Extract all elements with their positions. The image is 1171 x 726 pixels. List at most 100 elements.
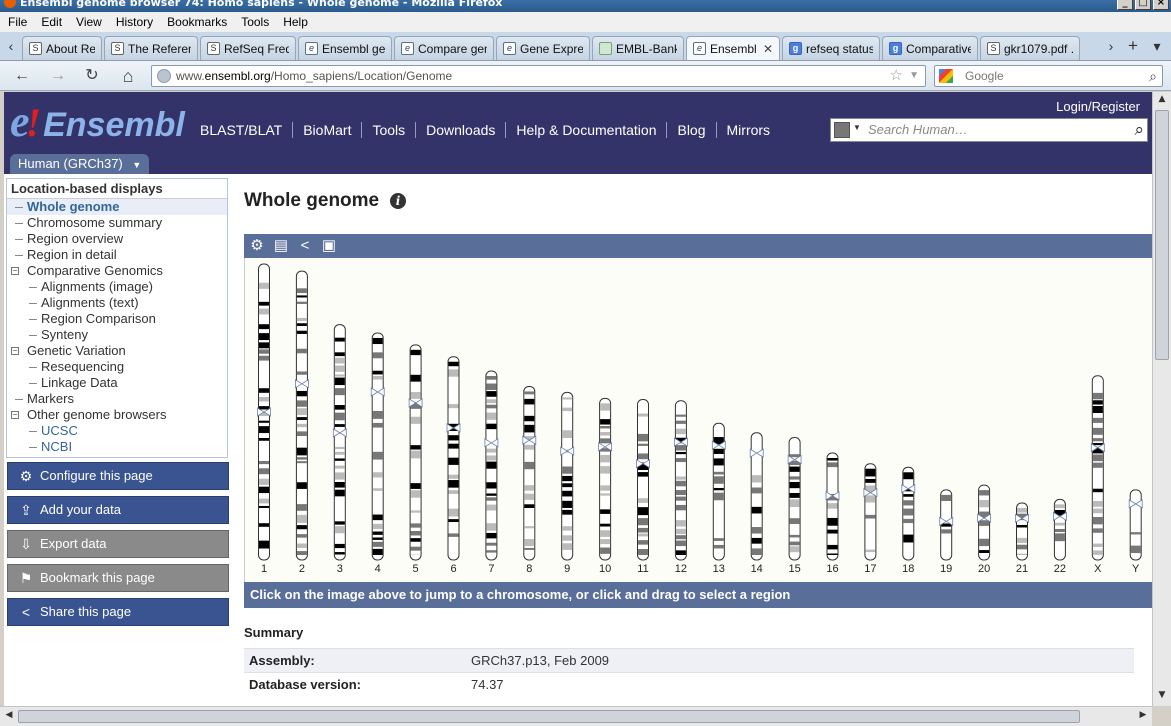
share-icon[interactable]: < (296, 237, 314, 255)
chromosome-X[interactable]: X (1090, 375, 1105, 575)
sidebar-item[interactable]: UCSC (7, 423, 227, 439)
species-dropdown-icon[interactable]: ▼ (132, 160, 141, 170)
chromosome-17[interactable]: 17 (863, 463, 878, 575)
chromosome-10[interactable]: 10 (598, 397, 612, 575)
reload-button[interactable]: ↻ (80, 66, 104, 86)
menu-history[interactable]: History (116, 15, 153, 29)
menu-edit[interactable]: Edit (41, 15, 62, 29)
configure-icon[interactable]: ⚙ (248, 237, 266, 255)
nav-mirrors[interactable]: Mirrors (717, 122, 781, 138)
chromosome-18[interactable]: 18 (901, 466, 916, 575)
horizontal-scrollbar[interactable]: ◀ ▶ (0, 706, 1152, 726)
chromosome-12[interactable]: 12 (674, 400, 688, 575)
chromosome-13[interactable]: 13 (711, 422, 726, 575)
horizontal-scroll-thumb[interactable] (18, 710, 1080, 723)
browser-tab[interactable]: e Ensembl g... ✕ (686, 36, 780, 60)
browser-tab[interactable]: e Ensembl gen... (298, 36, 392, 60)
chromosome-2[interactable]: 2 (295, 270, 309, 575)
configure-this-pagebutton[interactable]: ⚙ Configure this page (7, 462, 229, 490)
chromosome-14[interactable]: 14 (749, 432, 764, 575)
species-search-icon[interactable] (834, 122, 850, 138)
chromosome-21[interactable]: 21 (1015, 502, 1029, 575)
list-all-tabs-button[interactable]: ▾ (1150, 38, 1164, 54)
url-bar[interactable]: www.ensembl.org/Homo_sapiens/Location/Ge… (151, 65, 926, 87)
sidebar-item[interactable]: Region overview (7, 231, 227, 247)
chromosome-1[interactable]: 1 (257, 263, 271, 575)
browser-tab[interactable]: S The Referen... (104, 36, 198, 60)
search-icon[interactable]: ⌕ (1149, 66, 1157, 86)
sidebar-item[interactable]: Linkage Data (7, 375, 227, 391)
site-identity-icon[interactable] (157, 69, 171, 83)
close-tab-icon[interactable]: ✕ (763, 42, 773, 56)
chromosome-22[interactable]: 22 (1053, 498, 1067, 575)
new-tab-button[interactable]: + (1126, 37, 1140, 54)
scroll-right-icon[interactable]: ▶ (1136, 710, 1150, 724)
menu-tools[interactable]: Tools (241, 15, 269, 29)
vertical-scrollbar[interactable]: ▲ ▼ (1152, 92, 1171, 706)
add-your-databutton[interactable]: ⇪ Add your data (7, 496, 229, 524)
chromosome-4[interactable]: 4 (370, 332, 385, 575)
nav-tools[interactable]: Tools (362, 122, 417, 138)
scroll-down-icon[interactable]: ▼ (1155, 690, 1169, 704)
collapse-toggle-icon[interactable]: − (11, 411, 19, 419)
scroll-up-icon[interactable]: ▲ (1155, 94, 1169, 108)
sidebar-item[interactable]: − Comparative Genomics (7, 263, 227, 279)
nav-downloads[interactable]: Downloads (416, 122, 507, 138)
chromosome-6[interactable]: 6 (446, 356, 461, 575)
sidebar-item[interactable]: Region in detail (7, 247, 227, 263)
sidebar-item[interactable]: Alignments (text) (7, 295, 227, 311)
menu-help[interactable]: Help (283, 15, 308, 29)
nav-blog[interactable]: Blog (667, 122, 717, 138)
scroll-left-icon[interactable]: ◀ (2, 710, 16, 724)
browser-tab[interactable]: S About RefSe... (22, 36, 102, 60)
menu-view[interactable]: View (76, 15, 102, 29)
chromosome-5[interactable]: 5 (408, 344, 423, 575)
browser-tab[interactable]: S RefSeq Freq... (200, 36, 296, 60)
sidebar-item[interactable]: NCBI (7, 439, 227, 455)
chromosome-9[interactable]: 9 (560, 391, 575, 575)
forward-button[interactable]: → (46, 66, 70, 86)
browser-tab[interactable]: g refseq status... (782, 36, 880, 60)
bookmark-this-pagebutton[interactable]: ⚑ Bookmark this page (7, 564, 229, 592)
karyotype-image[interactable]: 1 2 3 4 5 6 7 8 9 10 11 12 13 14 15 16 17 18 19 20 21 22 X Y (244, 258, 1152, 582)
sidebar-item[interactable]: Alignments (image) (7, 279, 227, 295)
nav-blast[interactable]: BLAST/BLAT (200, 122, 294, 138)
collapse-toggle-icon[interactable]: − (11, 347, 19, 355)
sidebar-item[interactable]: Region Comparison (7, 311, 227, 327)
sidebar-item[interactable]: Whole genome (7, 199, 227, 215)
bookmark-star-icon[interactable]: ☆ (890, 66, 903, 86)
collapse-toggle-icon[interactable]: − (11, 267, 19, 275)
google-engine-icon[interactable] (939, 69, 953, 83)
site-search-icon[interactable]: ⌕ (1134, 120, 1144, 140)
info-icon[interactable]: i (390, 193, 406, 209)
species-tab[interactable]: Human (GRCh37) ▼ (10, 154, 150, 174)
chromosome-19[interactable]: 19 (939, 489, 954, 575)
menu-file[interactable]: File (8, 15, 27, 29)
menu-bookmarks[interactable]: Bookmarks (167, 15, 227, 29)
sidebar-item[interactable]: Synteny (7, 327, 227, 343)
web-search-box[interactable]: Google ⌕ (934, 65, 1163, 87)
export-databutton[interactable]: ⇩ Export data (7, 530, 229, 558)
tab-scroll-left-button[interactable]: ‹ (4, 38, 18, 54)
chromosome-15[interactable]: 15 (787, 437, 802, 575)
sidebar-item[interactable]: Markers (7, 391, 227, 407)
nav-help[interactable]: Help & Documentation (506, 122, 668, 138)
sidebar-item[interactable]: Resequencing (7, 359, 227, 375)
login-register-link[interactable]: Login/Register (1056, 99, 1140, 114)
home-button[interactable]: ⌂ (116, 66, 140, 86)
chromosome-3[interactable]: 3 (332, 324, 347, 575)
tab-scroll-right-button[interactable]: › (1104, 38, 1118, 54)
sidebar-item[interactable]: − Other genome browsers (7, 407, 227, 423)
export-image-icon[interactable]: ▤ (272, 237, 290, 255)
chromosome-Y[interactable]: Y (1128, 489, 1143, 575)
vertical-scroll-thumb[interactable] (1155, 110, 1169, 360)
sidebar-item[interactable]: − Genetic Variation (7, 343, 227, 359)
chromosome-7[interactable]: 7 (484, 370, 499, 575)
browser-tab[interactable]: Sgkr1079.pdf ... (980, 36, 1080, 60)
chromosome-11[interactable]: 11 (636, 399, 650, 575)
chromosome-8[interactable]: 8 (522, 385, 537, 575)
chromosome-20[interactable]: 20 (977, 484, 991, 575)
browser-tab[interactable]: g Comparative ... (882, 36, 978, 60)
close-window-button[interactable]: × (1153, 0, 1169, 10)
nav-biomart[interactable]: BioMart (293, 122, 363, 138)
